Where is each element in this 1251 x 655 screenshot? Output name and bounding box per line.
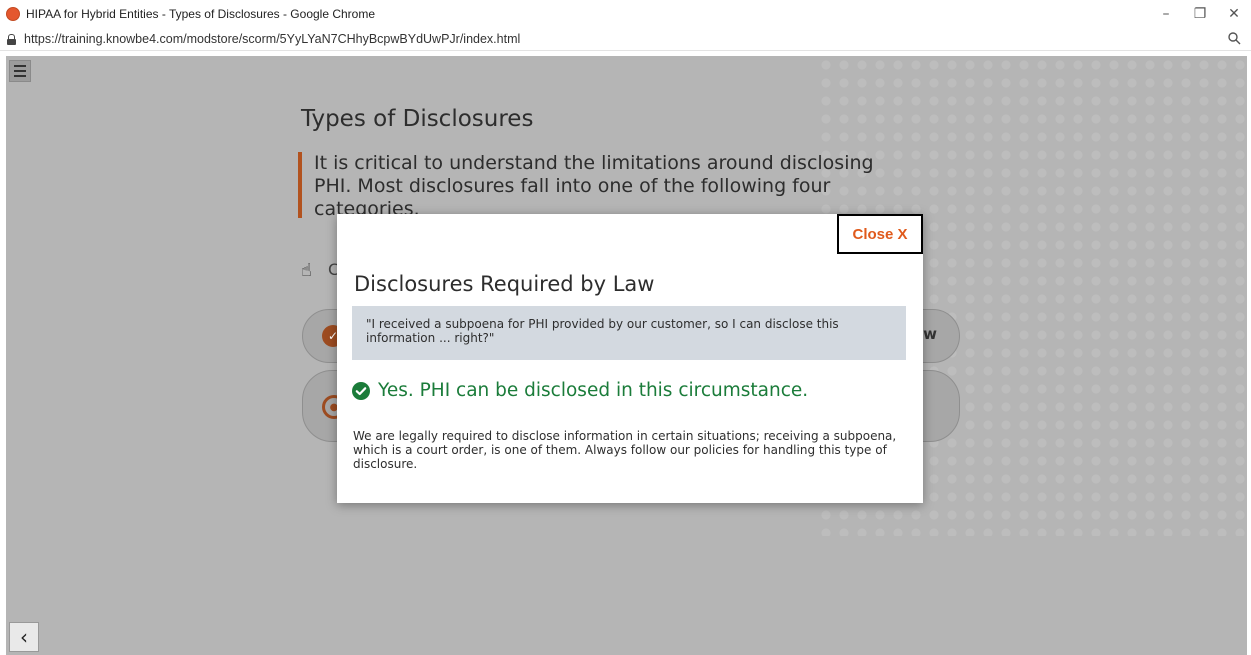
lock-icon[interactable]	[7, 33, 16, 45]
scenario-quote: "I received a subpoena for PHI provided …	[352, 306, 906, 360]
answer-text: Yes. PHI can be disclosed in this circum…	[378, 380, 809, 401]
menu-icon-bar	[14, 65, 26, 67]
app-icon	[6, 7, 20, 21]
menu-icon-bar	[14, 75, 26, 77]
answer-row: Yes. PHI can be disclosed in this circum…	[352, 380, 808, 401]
restore-button[interactable]: ❐	[1183, 0, 1217, 28]
window-titlebar: HIPAA for Hybrid Entities - Types of Dis…	[0, 0, 1251, 28]
minimize-button[interactable]: –	[1149, 0, 1183, 28]
check-circle-icon	[352, 381, 370, 400]
disclosure-modal: Close X Disclosures Required by Law "I r…	[337, 214, 923, 503]
close-window-button[interactable]: ✕	[1217, 0, 1251, 28]
category-label-fragment: w	[923, 325, 937, 343]
address-bar[interactable]: https://training.knowbe4.com/modstore/sc…	[0, 28, 1251, 51]
back-button[interactable]: ‹	[9, 622, 39, 652]
window-title: HIPAA for Hybrid Entities - Types of Dis…	[26, 7, 376, 21]
close-modal-button[interactable]: Close X	[837, 214, 923, 254]
url-text[interactable]: https://training.knowbe4.com/modstore/sc…	[24, 32, 520, 46]
click-hand-icon: ☝	[301, 260, 312, 281]
menu-icon-bar	[14, 70, 26, 72]
page-title: Types of Disclosures	[301, 106, 534, 132]
intro-text: It is critical to understand the limitat…	[298, 152, 874, 218]
explanation-text: We are legally required to disclose info…	[353, 429, 897, 471]
menu-button[interactable]	[9, 60, 31, 82]
modal-title: Disclosures Required by Law	[354, 272, 655, 296]
window-controls: – ❐ ✕	[1149, 0, 1251, 28]
zoom-icon[interactable]	[1227, 31, 1241, 45]
